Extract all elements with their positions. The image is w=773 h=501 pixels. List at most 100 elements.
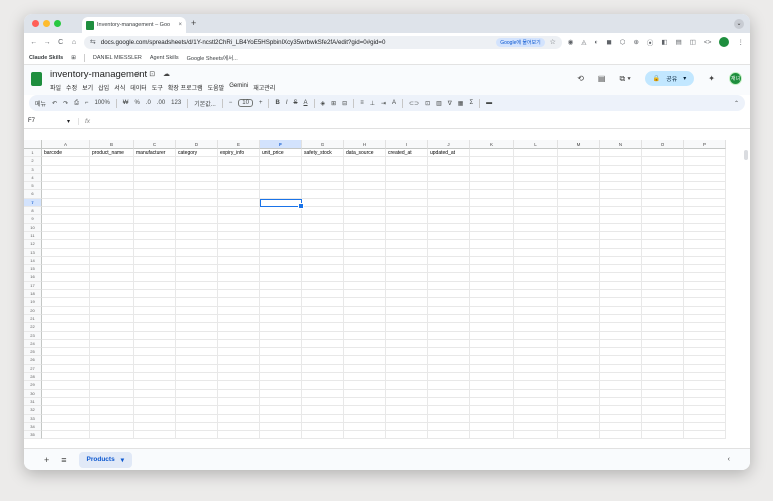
cell[interactable] xyxy=(514,240,558,249)
cell[interactable] xyxy=(90,331,134,340)
cell[interactable] xyxy=(514,397,558,407)
cell[interactable] xyxy=(386,314,428,324)
cell[interactable] xyxy=(302,331,344,340)
row-number[interactable]: 4 xyxy=(24,173,42,183)
row-number[interactable]: 23 xyxy=(24,331,42,340)
menu-format[interactable]: 서식 xyxy=(114,83,125,92)
cell[interactable] xyxy=(428,240,470,249)
row-number[interactable]: 14 xyxy=(24,256,42,266)
cell[interactable] xyxy=(176,331,218,340)
cell[interactable] xyxy=(514,406,558,415)
cell[interactable] xyxy=(600,422,642,432)
cell[interactable] xyxy=(558,281,600,291)
row-number[interactable]: 7 xyxy=(24,198,42,208)
cell[interactable] xyxy=(470,223,514,232)
row-number[interactable]: 13 xyxy=(24,248,42,257)
cell[interactable] xyxy=(428,256,470,266)
cell[interactable] xyxy=(260,364,302,374)
row-number[interactable]: 17 xyxy=(24,281,42,291)
cell[interactable] xyxy=(684,149,726,158)
site-info-icon[interactable]: ⇆ xyxy=(89,38,97,46)
column-header[interactable]: B xyxy=(90,140,134,149)
cell[interactable] xyxy=(600,314,642,324)
cell[interactable] xyxy=(218,157,260,166)
cell[interactable] xyxy=(470,348,514,357)
cell[interactable] xyxy=(642,323,684,332)
cell[interactable] xyxy=(42,273,90,282)
row-number[interactable]: 31 xyxy=(24,397,42,407)
cell[interactable] xyxy=(302,431,344,440)
column-header[interactable]: I xyxy=(386,140,428,149)
user-avatar[interactable]: 재녀 xyxy=(729,72,742,85)
cell[interactable] xyxy=(344,414,386,423)
cell[interactable] xyxy=(90,348,134,357)
cell[interactable] xyxy=(642,397,684,407)
back-button[interactable]: ← xyxy=(30,39,37,46)
cell[interactable] xyxy=(90,290,134,299)
cell[interactable] xyxy=(134,198,176,208)
wrap-icon[interactable]: ⇥ xyxy=(381,100,386,107)
cell[interactable] xyxy=(642,223,684,232)
cell[interactable] xyxy=(600,265,642,274)
font-size-input[interactable]: 10 xyxy=(238,99,253,107)
row-number[interactable]: 11 xyxy=(24,231,42,241)
cell[interactable] xyxy=(344,314,386,324)
cell[interactable] xyxy=(428,290,470,299)
cell[interactable] xyxy=(302,339,344,349)
cell[interactable] xyxy=(90,273,134,282)
cell[interactable] xyxy=(218,406,260,415)
cell[interactable] xyxy=(684,422,726,432)
extension-icon[interactable]: ◉ xyxy=(568,38,574,46)
cell[interactable] xyxy=(302,240,344,249)
cell[interactable] xyxy=(90,256,134,266)
cell[interactable] xyxy=(558,165,600,174)
row-number[interactable]: 15 xyxy=(24,265,42,274)
cell[interactable] xyxy=(260,323,302,332)
cell[interactable] xyxy=(386,431,428,440)
cell[interactable] xyxy=(642,198,684,208)
bookmark-claude-skills[interactable]: Claude Skills xyxy=(29,55,63,61)
cell[interactable] xyxy=(134,173,176,183)
cell[interactable] xyxy=(134,389,176,398)
cell[interactable] xyxy=(42,406,90,415)
cell[interactable] xyxy=(134,215,176,224)
cell[interactable] xyxy=(428,397,470,407)
share-button[interactable]: 🔒 공유 ▾ xyxy=(644,71,695,86)
cell[interactable] xyxy=(42,281,90,291)
cell[interactable] xyxy=(600,165,642,174)
cell[interactable] xyxy=(134,298,176,307)
cell[interactable] xyxy=(428,173,470,183)
cell[interactable] xyxy=(302,314,344,324)
cell[interactable] xyxy=(600,240,642,249)
cell[interactable] xyxy=(600,406,642,415)
cell[interactable] xyxy=(642,157,684,166)
cell[interactable] xyxy=(514,306,558,315)
cell[interactable] xyxy=(514,381,558,390)
cell[interactable] xyxy=(684,323,726,332)
cell[interactable] xyxy=(302,215,344,224)
cell[interactable] xyxy=(90,389,134,398)
omnibox[interactable]: ⇆ docs.google.com/spreadsheets/d/1Y-ncst… xyxy=(83,35,562,49)
filter-views-icon[interactable]: ▦ xyxy=(458,100,464,107)
cell[interactable] xyxy=(260,265,302,274)
cell[interactable] xyxy=(642,256,684,266)
cell[interactable] xyxy=(90,414,134,423)
cell[interactable] xyxy=(176,173,218,183)
cell[interactable] xyxy=(218,389,260,398)
cell[interactable] xyxy=(600,207,642,216)
cell[interactable] xyxy=(386,331,428,340)
strikethrough-button[interactable]: S xyxy=(293,100,297,106)
cell[interactable] xyxy=(90,298,134,307)
cell[interactable] xyxy=(386,190,428,199)
cell[interactable] xyxy=(302,364,344,374)
italic-button[interactable]: I xyxy=(286,100,288,106)
cell[interactable] xyxy=(600,298,642,307)
cell[interactable] xyxy=(558,314,600,324)
cell[interactable] xyxy=(642,281,684,291)
cell[interactable] xyxy=(344,256,386,266)
cell[interactable] xyxy=(600,198,642,208)
cell[interactable] xyxy=(470,331,514,340)
cell[interactable] xyxy=(428,157,470,166)
column-header[interactable]: C xyxy=(134,140,176,149)
cell[interactable] xyxy=(42,173,90,183)
